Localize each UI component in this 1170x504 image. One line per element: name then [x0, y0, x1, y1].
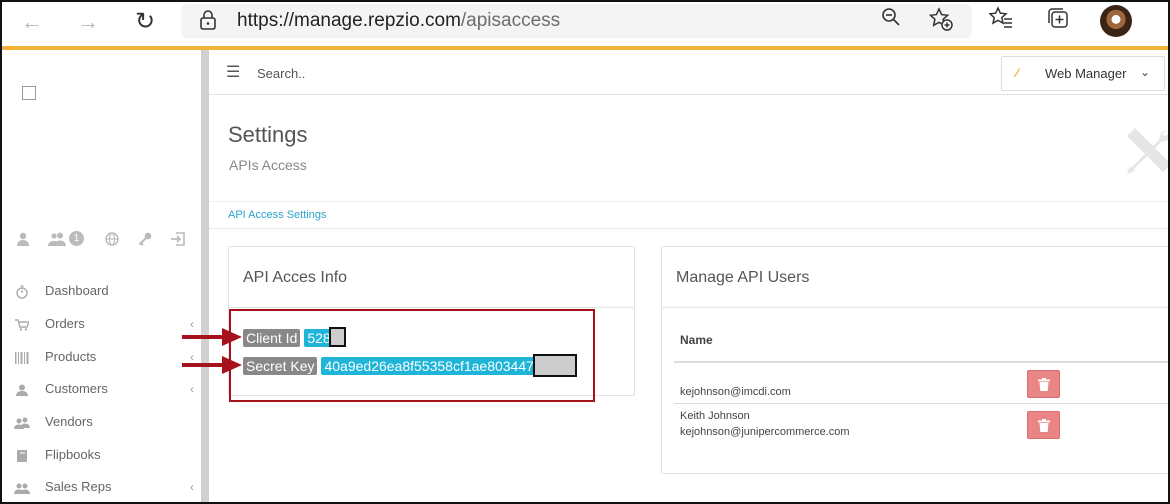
- browser-toolbar: ← → ↻ https://manage.repzio.com/apisacce…: [2, 2, 1168, 46]
- api-access-info-title: API Acces Info: [243, 269, 348, 286]
- trash-icon: [1037, 419, 1050, 433]
- forward-arrow-icon[interactable]: →: [72, 8, 104, 36]
- sidebar-item-label: Vendors: [45, 414, 93, 429]
- manage-api-users-panel: Manage API Users Name kejohnson@imcdi.co…: [661, 246, 1168, 474]
- page-subtitle: APIs Access: [229, 157, 307, 173]
- sidebar-item-label: Orders: [45, 316, 85, 331]
- sidebar-item-customers[interactable]: Customers ‹: [2, 373, 202, 405]
- user-email: kejohnson@imcdi.com: [680, 386, 791, 398]
- web-manager-label: Web Manager: [1045, 66, 1127, 81]
- chevron-down-icon: ⌄: [1140, 65, 1151, 79]
- barcode-icon: [14, 341, 30, 373]
- zoom-out-icon[interactable]: [877, 7, 905, 35]
- favorites-icon[interactable]: [987, 6, 1015, 34]
- team-count-badge: 1: [69, 231, 84, 246]
- logout-icon[interactable]: [170, 232, 186, 250]
- url-path: /apisaccess: [460, 10, 561, 31]
- sidebar-item-flipbooks[interactable]: Flipbooks: [2, 439, 202, 471]
- sidebar-scrollbar[interactable]: [201, 50, 209, 502]
- user-name: Keith Johnson: [680, 410, 750, 422]
- sidebar-item-sales-reps[interactable]: Sales Reps ‹: [2, 471, 202, 502]
- sales-reps-icon: [14, 471, 30, 502]
- chevron-left-icon: ‹: [190, 382, 194, 396]
- tools-icon: [1121, 124, 1168, 192]
- sidebar-item-label: Dashboard: [45, 283, 109, 298]
- book-icon: [14, 439, 30, 471]
- chevron-left-icon: ‹: [190, 480, 194, 494]
- table-row: Keith Johnson kejohnson@junipercommerce.…: [674, 403, 1168, 447]
- page-header: Settings APIs Access: [209, 96, 1168, 202]
- sidebar-item-label: Products: [45, 349, 97, 364]
- sidebar-item-label: Sales Reps: [45, 479, 112, 494]
- logo-image: [22, 86, 36, 100]
- annotation-highlight-box: [229, 309, 595, 402]
- sidebar-item-vendors[interactable]: Vendors: [2, 406, 202, 438]
- collections-icon[interactable]: [1044, 6, 1072, 34]
- back-arrow-icon[interactable]: ←: [16, 8, 48, 36]
- panel-divider: [662, 307, 1168, 308]
- top-header: ☰ ∕∕ Web Manager ⌄: [209, 50, 1168, 95]
- breadcrumb-link[interactable]: API Access Settings: [228, 209, 326, 221]
- annotation-arrow-icon: [182, 356, 242, 374]
- lock-icon[interactable]: [199, 10, 217, 30]
- globe-icon[interactable]: [105, 232, 119, 250]
- page-title: Settings: [228, 122, 308, 147]
- profile-icon[interactable]: [16, 232, 30, 250]
- panel-divider: [229, 307, 634, 308]
- delete-user-button[interactable]: [1027, 411, 1060, 439]
- manage-api-users-title: Manage API Users: [676, 269, 810, 286]
- table-row: kejohnson@imcdi.com: [674, 361, 1168, 402]
- sidebar-item-dashboard[interactable]: Dashboard: [2, 275, 202, 307]
- url-host: https://manage.repzio.com: [237, 10, 461, 31]
- sidebar-item-orders[interactable]: Orders ‹: [2, 308, 202, 340]
- team-icon[interactable]: [48, 232, 70, 250]
- web-manager-dropdown[interactable]: ∕∕ Web Manager ⌄: [1001, 56, 1165, 91]
- vendors-icon: [14, 406, 30, 438]
- key-icon[interactable]: [138, 232, 152, 250]
- profile-avatar[interactable]: [1100, 5, 1132, 37]
- name-column-header: Name: [680, 333, 713, 347]
- user-email: kejohnson@junipercommerce.com: [680, 426, 850, 438]
- hamburger-menu-icon[interactable]: ☰: [226, 62, 240, 82]
- sidebar-item-label: Customers: [45, 381, 108, 396]
- screenshot-frame: ← → ↻ https://manage.repzio.com/apisacce…: [0, 0, 1170, 504]
- cart-icon: [14, 308, 31, 340]
- search-input[interactable]: [257, 59, 557, 87]
- delete-user-button[interactable]: [1027, 370, 1060, 398]
- reload-icon[interactable]: ↻: [129, 8, 161, 36]
- url-text: https://manage.repzio.com/apisaccess: [237, 4, 560, 38]
- sidebar-item-products[interactable]: Products ‹: [2, 341, 202, 373]
- user-icon: [14, 373, 30, 405]
- breadcrumb-bar: API Access Settings: [209, 202, 1168, 229]
- add-favorite-icon[interactable]: [927, 7, 955, 35]
- trash-icon: [1037, 378, 1050, 392]
- sidebar-item-label: Flipbooks: [45, 447, 101, 462]
- stopwatch-icon: [14, 275, 30, 307]
- annotation-arrow-icon: [182, 328, 242, 346]
- address-bar[interactable]: https://manage.repzio.com/apisaccess: [181, 4, 972, 38]
